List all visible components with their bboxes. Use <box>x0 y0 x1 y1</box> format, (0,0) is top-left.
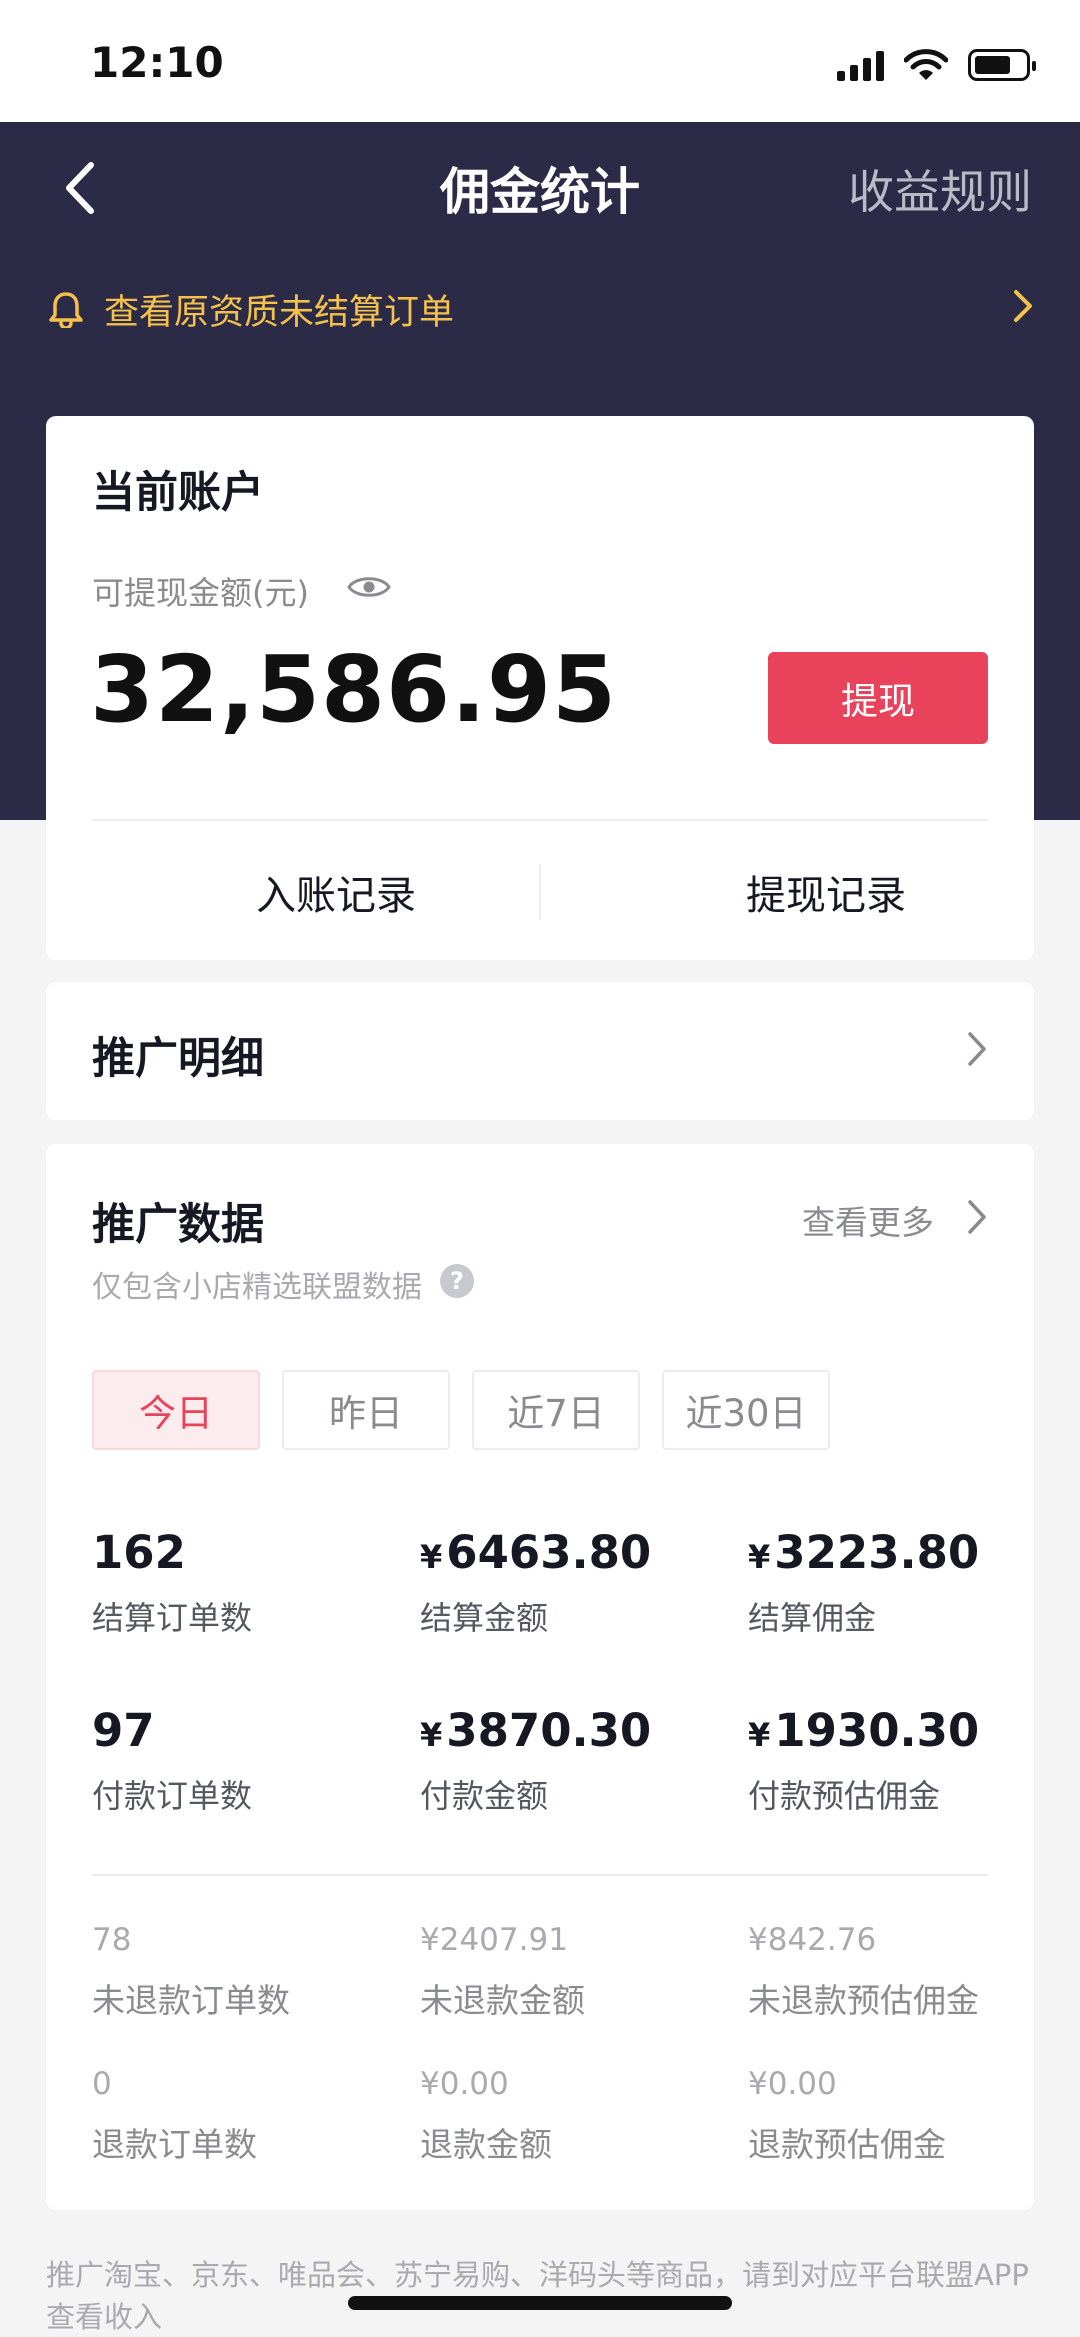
nav-bar: 佣金统计 收益规则 <box>0 122 1080 250</box>
stat-refund-estimated-commission: ¥0.00 退款预估佣金 <box>748 2066 946 2164</box>
stat-paid-estimated-commission: ¥1930.30 付款预估佣金 <box>748 1704 980 1815</box>
notice-text: 查看原资质未结算订单 <box>104 293 455 333</box>
chevron-right-icon[interactable] <box>966 1198 988 1236</box>
currency-symbol: ¥ <box>420 1716 443 1754</box>
stat-paid-orders: 97 付款订单数 <box>92 1704 253 1815</box>
status-icons <box>837 48 1036 82</box>
divider <box>92 819 988 821</box>
account-card: 当前账户 可提现金额(元) 32,586.95 提现 入账记录 提现记录 <box>46 416 1034 960</box>
stat-unrefunded-amount: ¥2407.91 未退款金额 <box>420 1922 585 2020</box>
stat-settled-commission: ¥3223.80 结算佣金 <box>748 1526 980 1637</box>
chevron-right-icon <box>1014 290 1032 322</box>
tab-yesterday[interactable]: 昨日 <box>282 1370 450 1450</box>
stat-refund-amount: ¥0.00 退款金额 <box>420 2066 552 2164</box>
notice-bar[interactable]: 查看原资质未结算订单 <box>0 260 1080 356</box>
stat-unrefunded-estimated-commission: ¥842.76 未退款预估佣金 <box>748 1922 979 2020</box>
period-tabs: 今日 昨日 近7日 近30日 <box>92 1370 830 1450</box>
help-icon[interactable]: ? <box>440 1264 474 1298</box>
signal-icon <box>837 49 884 81</box>
promotion-data-title: 推广数据 <box>92 1200 264 1250</box>
stat-paid-amount: ¥3870.30 付款金额 <box>420 1704 652 1815</box>
stat-unrefunded-orders: 78 未退款订单数 <box>92 1922 290 2020</box>
stat-refund-orders: 0 退款订单数 <box>92 2066 257 2164</box>
wifi-icon <box>904 49 948 80</box>
status-bar: 12:10 <box>0 0 1080 122</box>
bell-icon <box>49 292 83 328</box>
account-title: 当前账户 <box>92 468 264 518</box>
battery-icon <box>968 49 1036 81</box>
divider <box>539 864 541 920</box>
stat-settled-amount: ¥6463.80 结算金额 <box>420 1526 652 1637</box>
stat-settled-orders: 162 结算订单数 <box>92 1526 253 1637</box>
tab-last-7-days[interactable]: 近7日 <box>472 1370 640 1450</box>
currency-symbol: ¥ <box>748 1538 771 1576</box>
tab-today[interactable]: 今日 <box>92 1370 260 1450</box>
promotion-data-card: 推广数据 查看更多 仅包含小店精选联盟数据 ? 今日 昨日 近7日 近30日 1… <box>46 1144 1034 2210</box>
balance-label: 可提现金额(元) <box>92 574 309 612</box>
data-scope-note: 仅包含小店精选联盟数据 <box>92 1270 422 1305</box>
earnings-rules-link[interactable]: 收益规则 <box>848 156 1032 222</box>
chevron-right-icon <box>968 1032 986 1066</box>
home-indicator <box>348 2296 732 2310</box>
withdraw-records-link[interactable]: 提现记录 <box>626 863 1026 921</box>
status-time: 12:10 <box>90 38 224 87</box>
withdraw-button[interactable]: 提现 <box>768 652 988 744</box>
promotion-detail-row[interactable]: 推广明细 <box>46 982 1034 1120</box>
income-records-link[interactable]: 入账记录 <box>136 863 536 921</box>
currency-symbol: ¥ <box>420 1538 443 1576</box>
divider <box>92 1874 988 1876</box>
eye-icon[interactable] <box>346 572 392 602</box>
balance-amount: 32,586.95 <box>90 636 617 743</box>
promotion-detail-title: 推广明细 <box>92 1034 264 1084</box>
tab-last-30-days[interactable]: 近30日 <box>662 1370 830 1450</box>
currency-symbol: ¥ <box>748 1716 771 1754</box>
view-more-link[interactable]: 查看更多 <box>802 1196 934 1244</box>
